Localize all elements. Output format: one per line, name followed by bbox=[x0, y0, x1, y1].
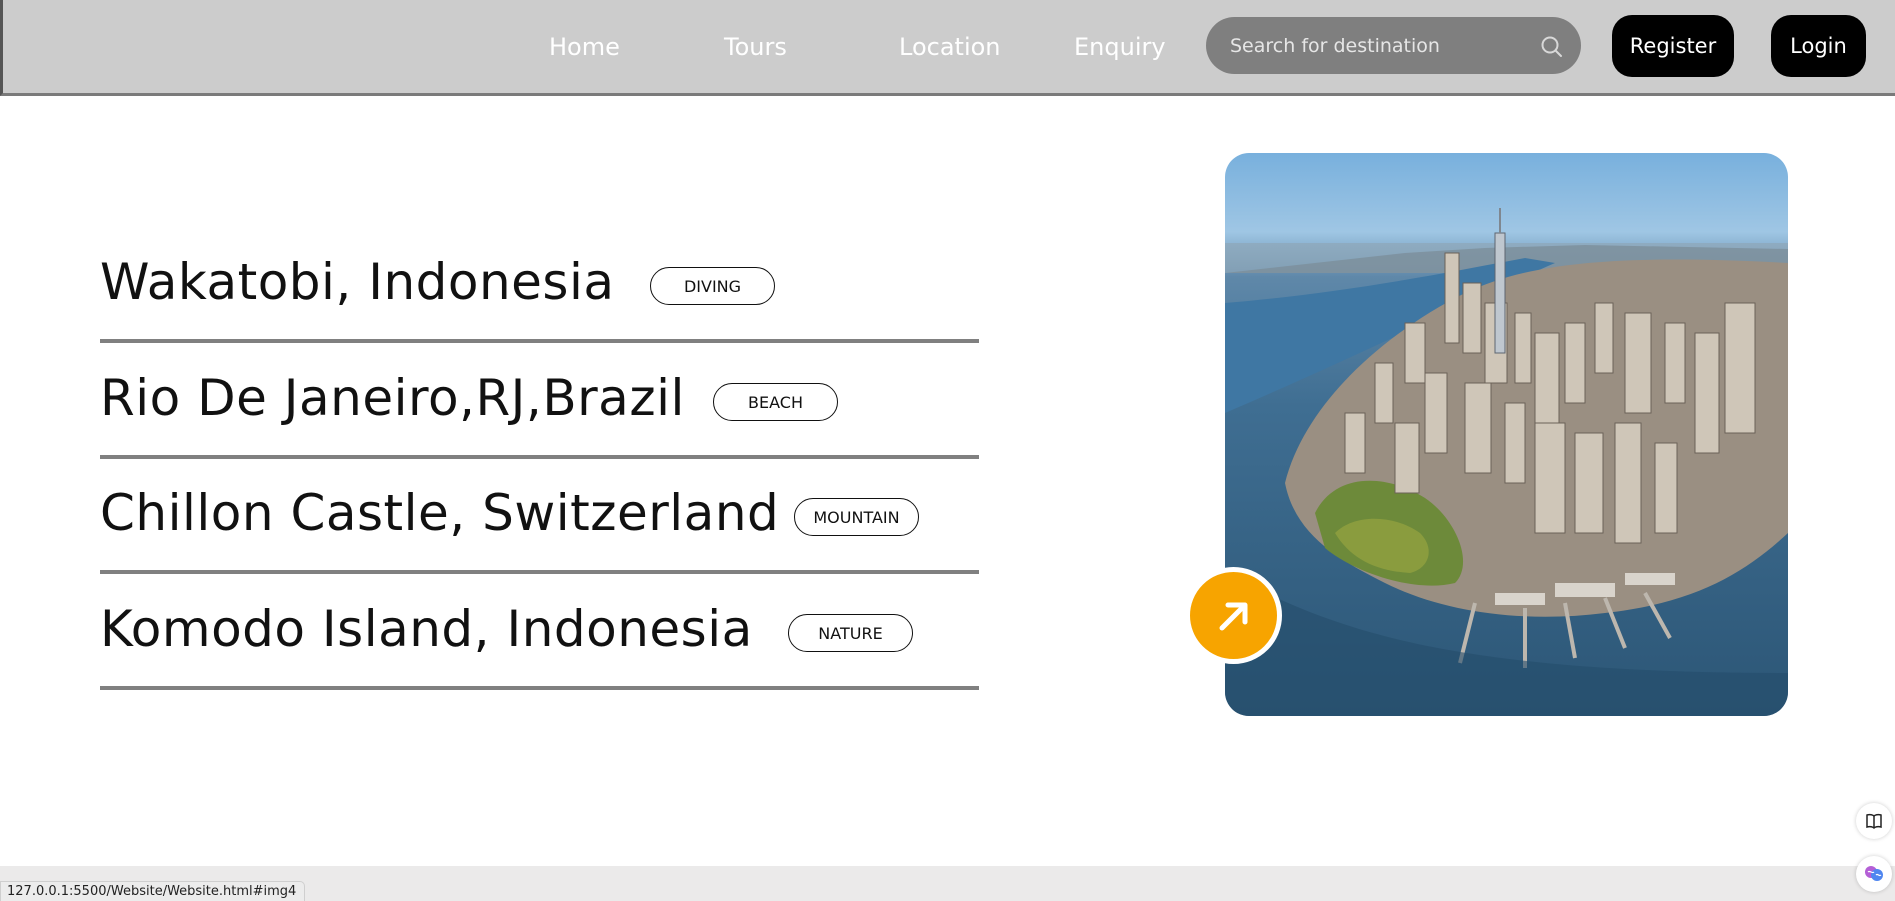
destination-name[interactable]: Wakatobi, Indonesia bbox=[100, 253, 615, 311]
arrow-up-right-icon bbox=[1219, 602, 1247, 630]
login-button[interactable]: Login bbox=[1771, 15, 1866, 77]
hero-image[interactable] bbox=[1225, 153, 1788, 716]
destination-tag: NATURE bbox=[788, 614, 913, 652]
destination-row[interactable]: Chillon Castle, Switzerland MOUNTAIN bbox=[100, 458, 979, 574]
destination-row[interactable]: Komodo Island, Indonesia NATURE bbox=[100, 574, 979, 690]
book-icon[interactable] bbox=[1856, 803, 1892, 839]
nav-location-link[interactable]: Location bbox=[899, 33, 1001, 61]
destination-row[interactable]: Rio De Janeiro,RJ,Brazil BEACH bbox=[100, 343, 979, 459]
divider bbox=[100, 686, 979, 690]
destination-tag: BEACH bbox=[713, 383, 838, 421]
destination-tag: MOUNTAIN bbox=[794, 498, 919, 536]
nav-tours-link[interactable]: Tours bbox=[724, 33, 787, 61]
nav-home-link[interactable]: Home bbox=[549, 33, 620, 61]
search-box bbox=[1206, 17, 1581, 74]
status-bar-url: 127.0.0.1:5500/Website/Website.html#img4 bbox=[0, 881, 306, 901]
search-input[interactable] bbox=[1230, 17, 1530, 74]
search-icon[interactable] bbox=[1539, 34, 1565, 60]
destination-name[interactable]: Rio De Janeiro,RJ,Brazil bbox=[100, 369, 685, 427]
top-navbar: Home Tours Location Enquiry Register Log… bbox=[0, 0, 1895, 96]
nav-enquiry-link[interactable]: Enquiry bbox=[1074, 33, 1166, 61]
destination-tag: DIVING bbox=[650, 267, 775, 305]
register-button[interactable]: Register bbox=[1612, 15, 1734, 77]
arrow-up-right-button[interactable] bbox=[1185, 567, 1282, 664]
destination-name[interactable]: Komodo Island, Indonesia bbox=[100, 600, 753, 658]
destination-name[interactable]: Chillon Castle, Switzerland bbox=[100, 484, 779, 542]
destination-row[interactable]: Wakatobi, Indonesia DIVING bbox=[100, 227, 979, 343]
brain-icon[interactable] bbox=[1856, 856, 1892, 892]
